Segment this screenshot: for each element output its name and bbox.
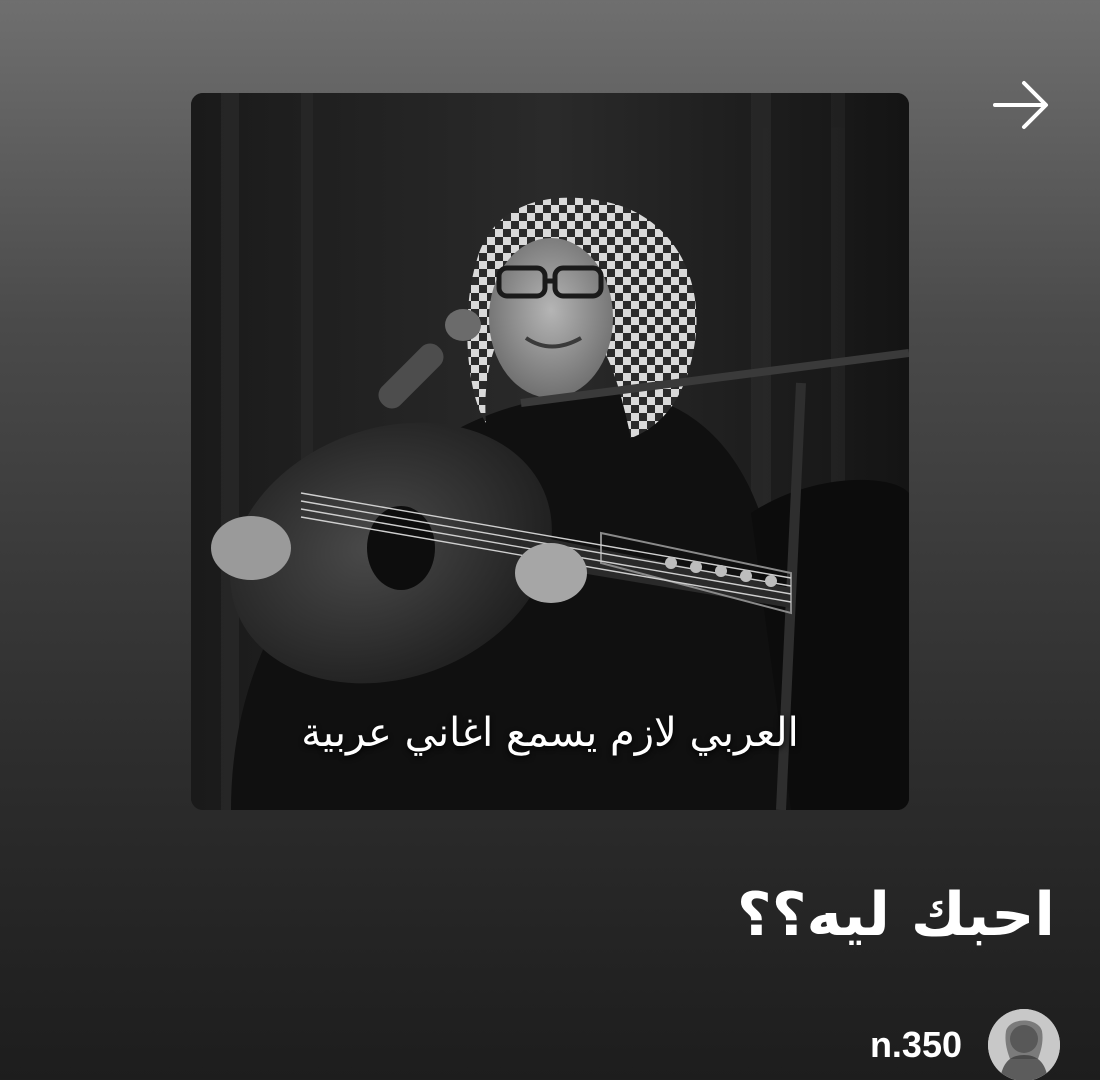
playlist-cover[interactable]: العربي لازم يسمع اغاني عربية — [191, 93, 909, 810]
creator-link[interactable]: n.350 — [869, 1009, 1060, 1080]
forward-button[interactable] — [988, 72, 1054, 138]
user-avatar[interactable] — [988, 1009, 1060, 1080]
cover-photo — [191, 93, 909, 810]
arrow-right-icon — [993, 81, 1048, 129]
avatar-icon — [988, 1009, 1060, 1080]
cover-caption: العربي لازم يسمع اغاني عربية — [301, 710, 799, 756]
playlist-title: احبك ليه؟؟ — [736, 880, 1055, 950]
creator-name: n.350 — [869, 1024, 962, 1065]
